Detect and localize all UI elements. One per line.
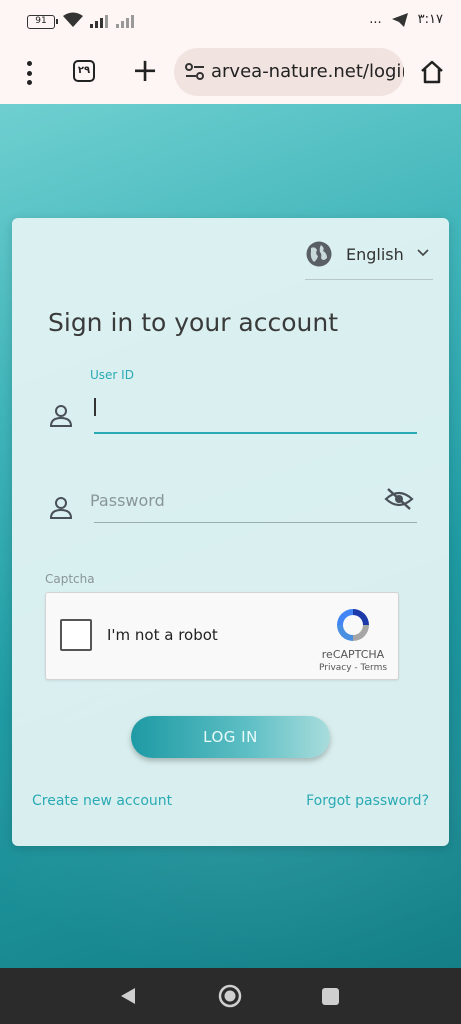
url-text[interactable]: arvea-nature.net/login xyxy=(211,61,404,82)
recaptcha-links[interactable]: Privacy - Terms xyxy=(308,663,398,673)
chevron-down-icon xyxy=(417,249,429,257)
battery-icon: 91 xyxy=(27,15,58,29)
more-notifications-icon: ... xyxy=(369,12,382,27)
language-label: English xyxy=(346,245,404,264)
login-button[interactable]: LOG IN xyxy=(131,716,330,758)
status-bar: 91 ... ۳:۱۷ xyxy=(0,0,461,44)
user-icon xyxy=(49,405,73,427)
new-tab-button[interactable]: + xyxy=(130,52,160,90)
tab-switcher-button[interactable]: ۲۹ xyxy=(73,60,95,82)
recaptcha-widget: I'm not a robot reCAPTCHA Privacy - Term… xyxy=(45,592,399,680)
back-icon[interactable] xyxy=(119,986,137,1006)
menu-icon[interactable] xyxy=(16,58,42,88)
user-id-label: User ID xyxy=(90,368,134,382)
password-input[interactable]: Password xyxy=(90,483,417,523)
password-placeholder: Password xyxy=(90,491,165,510)
recent-apps-icon[interactable] xyxy=(322,988,339,1005)
site-settings-icon[interactable] xyxy=(184,62,206,82)
user-id-input[interactable] xyxy=(94,394,417,434)
telegram-icon xyxy=(391,12,408,27)
browser-toolbar: ۲۹ + arvea-nature.net/login xyxy=(0,44,461,104)
recaptcha-logo-icon xyxy=(337,609,369,641)
captcha-label: Captcha xyxy=(45,572,95,586)
system-navigation-bar xyxy=(0,968,461,1024)
login-card: English Sign in to your account User ID … xyxy=(12,218,449,846)
forgot-password-link[interactable]: Forgot password? xyxy=(306,793,429,809)
eye-off-icon[interactable] xyxy=(384,487,414,511)
home-icon[interactable] xyxy=(418,58,446,86)
home-nav-icon[interactable] xyxy=(218,984,242,1008)
not-robot-label: I'm not a robot xyxy=(107,626,218,644)
status-right: ... ۳:۱۷ xyxy=(369,12,443,27)
create-account-link[interactable]: Create new account xyxy=(32,793,172,809)
clock: ۳:۱۷ xyxy=(417,12,443,27)
text-cursor xyxy=(94,398,96,416)
signal-icon xyxy=(90,15,108,28)
user-icon-password xyxy=(49,497,73,519)
status-icons xyxy=(62,12,136,28)
recaptcha-brand: reCAPTCHA xyxy=(321,648,385,661)
not-robot-checkbox[interactable] xyxy=(60,619,92,651)
address-bar[interactable]: arvea-nature.net/login xyxy=(174,48,404,96)
language-selector[interactable]: English xyxy=(305,236,433,280)
wifi-icon xyxy=(63,12,83,27)
signal-icon-2 xyxy=(116,15,134,28)
page-title: Sign in to your account xyxy=(48,308,339,337)
globe-icon xyxy=(306,241,332,267)
battery-level: 91 xyxy=(35,16,47,26)
